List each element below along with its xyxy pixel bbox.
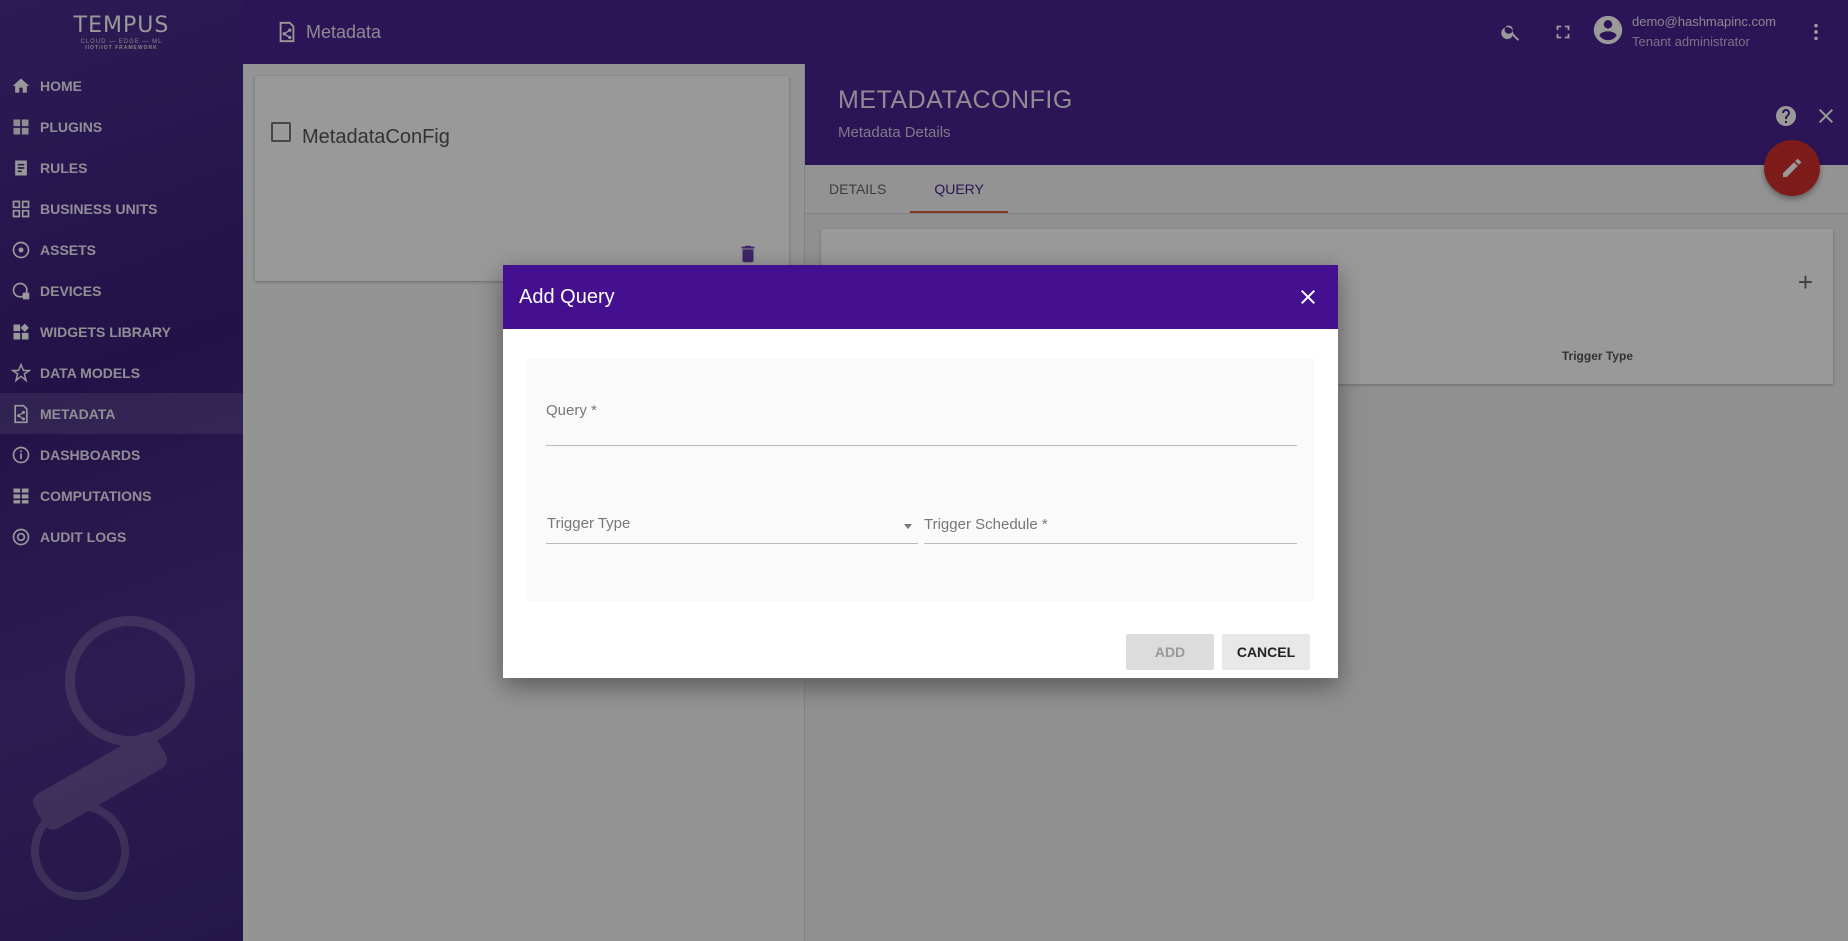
dialog-form: Query * Trigger Type Trigger Schedule * [527,358,1315,601]
query-input[interactable]: Query * [546,396,1297,446]
app-root: TEMPUS CLOUD — EDGE — ML IIOT/IOT FRAMEW… [0,0,1848,941]
dropdown-arrow-icon [904,524,912,529]
trigger-type-underline [546,543,918,544]
trigger-type-label: Trigger Type [547,515,631,532]
trigger-schedule-input[interactable]: Trigger Schedule * [924,514,1297,544]
trigger-schedule-label: Trigger Schedule * [924,516,1048,533]
dialog-title: Add Query [519,285,615,308]
add-button[interactable]: ADD [1126,634,1214,670]
query-label: Query * [546,402,597,419]
cancel-button[interactable]: CANCEL [1222,634,1310,670]
query-underline [546,445,1297,446]
close-icon[interactable] [1296,285,1320,309]
trigger-type-select[interactable]: Trigger Type [546,514,918,544]
add-query-dialog: Add Query Query * Trigger Type Trigger S… [503,265,1338,678]
trigger-schedule-underline [924,543,1297,544]
dialog-header: Add Query [503,265,1338,329]
